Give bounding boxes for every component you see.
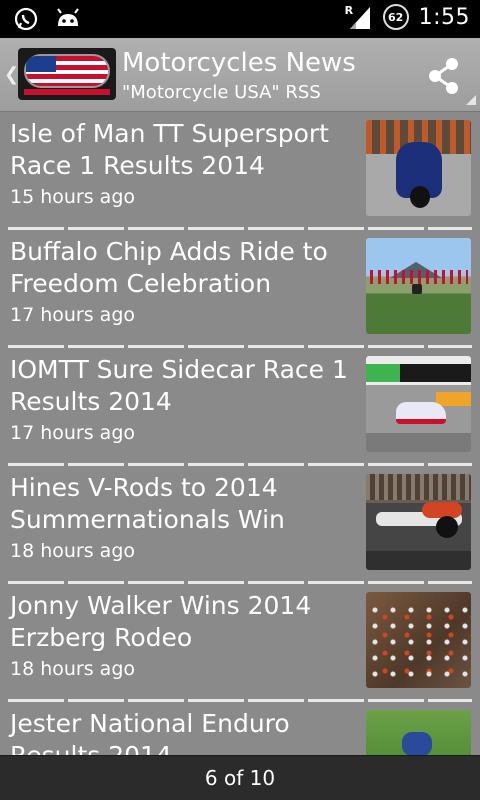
article-title: Buffalo Chip Adds Ride to Freedom Celebr… — [10, 237, 328, 298]
pager-bar: 6 of 10 — [0, 755, 480, 800]
logo-canton — [26, 56, 56, 72]
article-time: 18 hours ago — [10, 540, 136, 562]
page-title: Motorcycles News — [122, 48, 356, 78]
share-icon[interactable] — [424, 56, 464, 96]
battery-level: 62 — [387, 10, 404, 24]
signal-icon: R — [345, 4, 373, 30]
article-title: Hines V-Rods to 2014 Summernationals Win — [10, 473, 285, 534]
motorcycle-usa-logo[interactable] — [18, 48, 116, 100]
article-thumbnail — [366, 592, 471, 688]
article-title: Jonny Walker Wins 2014 Erzberg Rodeo — [10, 591, 312, 652]
article-thumbnail — [366, 474, 471, 570]
list-item[interactable]: Jester National Enduro Results 2014 — [0, 702, 480, 755]
up-arrow-icon[interactable]: ❮ — [4, 64, 19, 85]
list-item[interactable]: Buffalo Chip Adds Ride to Freedom Celebr… — [0, 230, 480, 348]
article-thumbnail — [366, 238, 471, 334]
action-bar: ❮ Motorcycles News "Motorcycle USA" RSS — [0, 38, 480, 112]
article-thumbnail — [366, 120, 471, 216]
list-item[interactable]: Hines V-Rods to 2014 Summernationals Win… — [0, 466, 480, 584]
article-time: 18 hours ago — [10, 658, 136, 680]
whatsapp-icon — [12, 6, 40, 32]
article-list[interactable]: Isle of Man TT Supersport Race 1 Results… — [0, 112, 480, 755]
article-thumbnail — [366, 356, 471, 452]
article-time: 15 hours ago — [10, 186, 136, 208]
list-item[interactable]: Jonny Walker Wins 2014 Erzberg Rodeo 18 … — [0, 584, 480, 702]
list-item[interactable]: IOMTT Sure Sidecar Race 1 Results 2014 1… — [0, 348, 480, 466]
list-item[interactable]: Isle of Man TT Supersport Race 1 Results… — [0, 112, 480, 230]
logo-strip — [24, 89, 110, 95]
article-time: 17 hours ago — [10, 304, 136, 326]
article-title: Jester National Enduro Results 2014 — [10, 709, 290, 755]
battery-icon: 62 — [382, 4, 409, 30]
page-indicator: 6 of 10 — [204, 766, 276, 790]
roaming-label: R — [344, 4, 354, 17]
overflow-corner-icon — [466, 95, 476, 105]
article-title: IOMTT Sure Sidecar Race 1 Results 2014 — [10, 355, 348, 416]
article-title: Isle of Man TT Supersport Race 1 Results… — [10, 119, 329, 180]
status-bar: R 62 1:55 — [0, 0, 480, 38]
article-time: 17 hours ago — [10, 422, 136, 444]
android-debug-icon — [54, 6, 82, 32]
article-thumbnail — [366, 710, 471, 755]
page-subtitle: "Motorcycle USA" RSS — [122, 82, 321, 103]
clock: 1:55 — [418, 4, 470, 30]
